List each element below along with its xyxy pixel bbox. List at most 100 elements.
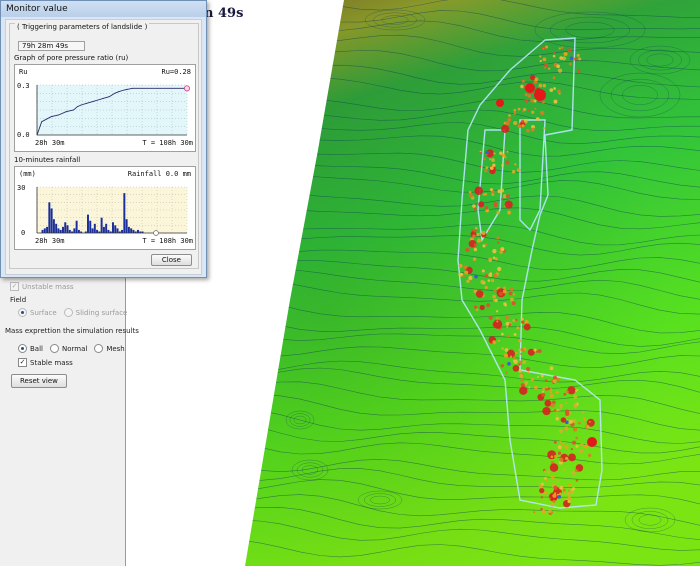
elapsed-time-field: 79h 28m 49s [18,41,85,51]
ru-point [80,104,82,106]
rain-bar [125,219,128,233]
rain-bar [46,226,49,233]
rain-bar [96,229,99,233]
ru-chart: Ru Ru=0.28 0.3 0.0 28h 30m T = 108h 30m [14,64,196,152]
ru-point [58,114,59,116]
ru-point [36,134,38,136]
rain-current-marker [153,230,159,236]
rain-bar [127,226,130,233]
rain-bar [123,193,126,233]
rain-unit-label: (mm) [19,170,36,178]
ru-value-readout: Ru=0.28 [161,68,191,76]
field-label-text: Field [10,296,27,304]
rain-bar [116,228,119,233]
field-options: Surface Sliding surface [18,308,127,317]
dialog-client: ( Triggering parameters of landslide ) 7… [5,19,202,275]
field-surface-radio[interactable] [18,308,27,317]
ru-point [65,111,67,113]
rain-bar [52,219,55,233]
ru-chart-title: Graph of pore pressure ratio (ru) [14,54,129,62]
rain-bar [50,208,53,233]
mass-expression-label: Mass exprettion the simulation results [5,327,139,335]
rain-ymax-label: 30 [17,184,25,192]
terrain-surface [245,0,700,566]
close-button[interactable]: Close [150,254,192,266]
rain-bar [55,223,58,233]
ru-point [76,106,78,108]
elapsed-time-heading: n 49s [204,6,244,21]
ru-ymax-label: 0.3 [17,82,30,90]
ru-point [123,89,125,91]
unstable-mass-label: Unstable mass [22,282,74,291]
rain-bar [66,225,69,233]
ru-ymin-label: 0.0 [17,131,30,139]
stable-mass-checkbox-row[interactable]: ✓ Stable mass [18,358,73,367]
rain-chart-title: 10-minutes rainfall [14,156,81,164]
rain-bar [102,226,105,233]
rain-bar [121,229,124,233]
terrain-3d-view[interactable] [126,0,700,566]
rain-bar [107,229,110,233]
ru-point [50,116,52,118]
rain-bar [112,222,114,233]
rain-bar [57,228,60,233]
trigger-params-group: ( Triggering parameters of landslide ) 7… [9,23,199,269]
dialog-title: Monitor value [6,4,68,14]
mass-mesh-radio[interactable] [94,344,104,353]
mass-expression-options: Ball Normal Mesh [18,344,125,353]
ru-point [86,102,88,104]
rain-bar [75,220,78,233]
rain-bar [91,228,94,233]
rain-bar [87,214,89,233]
rain-bar [100,217,103,233]
ru-point [41,121,43,123]
terrain-contours [245,0,700,566]
rain-x-start-label: 28h 30m [35,237,65,245]
rain-value-readout: Rainfall 0.0 mm [128,170,191,178]
rain-bar [93,223,96,233]
field-label: Field [10,296,26,304]
ru-point [114,92,116,94]
field-sliding-surface-label: Sliding surface [75,308,128,317]
rain-bar [41,229,44,233]
ru-point [97,99,99,101]
rain-bar [137,229,139,233]
reset-view-row: Reset view [11,374,67,388]
unstable-mass-checkbox[interactable]: ✓ [10,282,19,291]
rain-bar [73,228,76,233]
rain-bar [105,223,108,233]
rain-bar [62,226,64,233]
mass-ball-radio[interactable] [18,344,27,353]
ru-point [103,97,104,99]
trigger-params-title: ( Triggering parameters of landslide ) [15,23,150,31]
mass-normal-radio[interactable] [49,344,59,353]
rain-chart: (mm) Rainfall 0.0 mm 30 0 28h 30m T = 108h 30… [14,166,196,250]
ru-x-end-label: T = 108h 30m [142,139,193,147]
stable-mass-checkbox[interactable]: ✓ [18,358,27,367]
ru-point [132,87,134,89]
stable-mass-label: Stable mass [30,358,73,367]
ru-point [73,109,74,111]
field-surface-label: Surface [30,308,57,317]
ru-x-start-label: 28h 30m [35,139,65,147]
ru-current-marker [183,85,190,92]
reset-view-button[interactable]: Reset view [11,374,67,388]
ru-point [118,91,119,93]
ru-point [108,96,110,98]
rain-chart-canvas: (mm) Rainfall 0.0 mm 30 0 28h 30m T = 108h 30… [17,170,193,245]
rain-bar [130,228,133,233]
rain-bar [89,220,92,233]
rain-x-end-label: T = 108h 30m [142,237,193,245]
unstable-mass-checkbox-row[interactable]: ✓ Unstable mass [10,282,74,291]
ru-point [91,101,93,103]
mass-mesh-label: Mesh [106,344,125,353]
field-sliding-surface-radio[interactable] [63,308,73,317]
mass-expression-label-text: Mass exprettion the simulation results [5,327,139,335]
rain-bar [77,229,80,233]
mass-normal-label: Normal [61,344,88,353]
rain-bar [114,225,117,233]
rain-ymin-label: 0 [21,229,25,237]
dialog-titlebar[interactable]: Monitor value [1,1,206,17]
rain-bar [132,229,135,233]
mass-ball-label: Ball [30,344,43,353]
